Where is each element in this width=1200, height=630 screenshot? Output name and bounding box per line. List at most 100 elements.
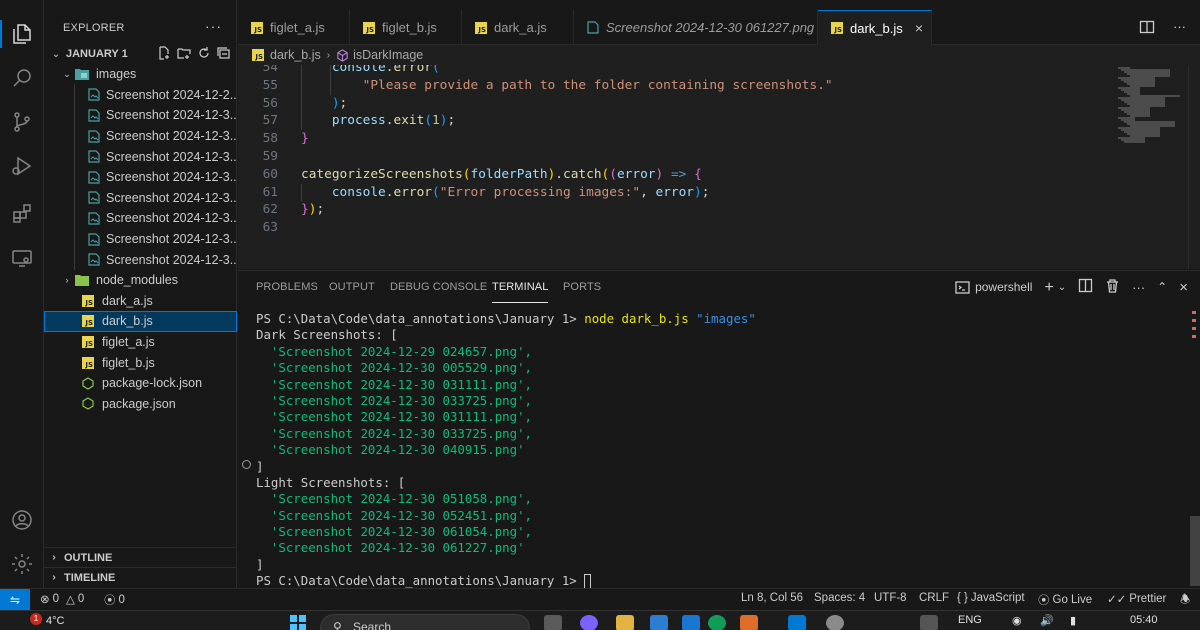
explorer-more-icon[interactable]: ··· [205,18,222,34]
remote-indicator-icon[interactable]: ⇋ [0,589,30,611]
volume-icon[interactable]: 🔊 [1040,614,1054,627]
trash-icon[interactable] [1105,278,1120,296]
file-item[interactable]: JS dark_a.js [44,291,237,312]
tab-dark-b[interactable]: JS dark_b.js × [818,10,932,45]
explorer-icon[interactable] [0,14,44,54]
command-decoration-icon[interactable] [242,460,251,469]
file-item[interactable]: package.json [44,394,237,415]
tab-terminal[interactable]: TERMINAL [492,281,549,303]
encoding[interactable]: UTF-8 [874,592,907,604]
account-icon[interactable] [0,500,44,540]
new-file-icon[interactable] [157,46,171,60]
chevron-down-icon[interactable]: ⌄ [1058,282,1066,293]
app-icon[interactable] [740,615,758,630]
line-ending[interactable]: CRLF [919,592,949,604]
image-file-icon [88,191,100,205]
breadcrumb-symbol[interactable]: isDarkImage [353,48,423,62]
js-file-icon: JS [474,21,488,35]
start-icon[interactable] [290,615,306,630]
code-line: 61 console.error("Error processing image… [238,184,1118,202]
language-indicator[interactable]: ENG [958,614,982,626]
weather-widget[interactable]: 4°C [46,615,64,627]
file-item[interactable]: package-lock.json [44,373,237,394]
code-editor[interactable]: 54 console.error(55 "Please provide a pa… [238,65,1200,269]
image-file-item[interactable]: Screenshot 2024-12-3... [44,105,237,126]
cursor-position[interactable]: Ln 8, Col 56 [741,592,803,604]
indentation[interactable]: Spaces: 4 [814,592,865,604]
workspace-folder-header[interactable]: ⌄ JANUARY 1 [44,44,237,64]
image-file-item[interactable]: Screenshot 2024-12-2... [44,85,237,106]
terminal-output[interactable]: PS C:\Data\Code\data_annotations\January… [256,311,756,590]
tab-ports[interactable]: PORTS [563,281,601,303]
image-file-item[interactable]: Screenshot 2024-12-3... [44,126,237,147]
terminal-scrollbar[interactable] [1190,516,1200,586]
vscode-icon[interactable] [788,615,806,630]
outlook-icon[interactable] [682,615,700,630]
file-item[interactable]: JS figlet_a.js [44,332,237,353]
search-icon[interactable] [0,58,44,98]
split-terminal-icon[interactable] [1078,278,1093,296]
language-mode[interactable]: { } JavaScript [957,592,1025,604]
settings-gear-icon[interactable] [0,544,44,584]
task-view-icon[interactable] [544,615,562,630]
maximize-panel-icon[interactable]: ⌃ [1157,280,1167,294]
refresh-icon[interactable] [197,46,211,60]
go-live-button[interactable]: ⦿ Go Live [1038,592,1092,608]
code-line: 58} [238,130,1118,148]
new-folder-icon[interactable] [177,46,191,60]
editor-scrollbar[interactable] [1188,65,1200,269]
terminal-profile[interactable]: powershell [955,280,1032,295]
prompt: PS C:\Data\Code\data_annotations\January… [256,573,585,589]
app-icon[interactable] [826,615,844,630]
tab-screenshot-image[interactable]: Screenshot 2024-12-30 061227.png [574,10,818,45]
tab-problems[interactable]: PROBLEMS [256,281,318,303]
terminal-app-icon[interactable] [650,615,668,630]
more-actions-icon[interactable]: ··· [1132,280,1145,295]
line-number: 57 [262,113,278,129]
more-actions-icon[interactable]: ··· [1173,19,1186,38]
breadcrumb-file[interactable]: dark_b.js [270,48,321,62]
tab-debug-console[interactable]: DEBUG CONSOLE [390,281,487,303]
file-item[interactable]: JS figlet_b.js [44,352,237,373]
image-file-icon [586,21,600,35]
image-file-item[interactable]: Screenshot 2024-12-3... [44,249,237,270]
copilot-icon[interactable] [580,615,598,630]
app-icon[interactable] [920,615,938,630]
minimap[interactable] [1118,65,1186,145]
chevron-right-icon: › [52,552,56,563]
taskbar-search[interactable]: ⚲ Search [320,614,530,630]
edge-icon[interactable] [708,615,726,630]
extensions-icon[interactable] [0,194,44,234]
file-item[interactable]: JS dark_b.js [44,311,237,332]
file-explorer-icon[interactable] [616,615,634,630]
tab-output[interactable]: OUTPUT [329,281,375,303]
image-file-item[interactable]: Screenshot 2024-12-3... [44,229,237,250]
source-control-icon[interactable] [0,102,44,142]
outline-section[interactable]: › OUTLINE [44,547,237,567]
split-editor-icon[interactable] [1139,19,1155,38]
run-debug-icon[interactable] [0,146,44,186]
image-file-item[interactable]: Screenshot 2024-12-3... [44,188,237,209]
tab-figlet-a[interactable]: JS figlet_a.js [238,10,350,45]
folder-images[interactable]: ⌄ images [44,64,237,85]
close-panel-icon[interactable]: × [1179,279,1188,296]
image-file-item[interactable]: Screenshot 2024-12-3... [44,167,237,188]
battery-icon[interactable]: ▮ [1070,614,1076,627]
new-terminal-icon[interactable]: + [1044,279,1053,295]
folder-node-modules[interactable]: › node_modules [44,270,237,291]
image-file-item[interactable]: Screenshot 2024-12-3... [44,146,237,167]
tab-figlet-b[interactable]: JS figlet_b.js [350,10,462,45]
file-label: Screenshot 2024-12-2... [106,87,237,102]
wifi-icon[interactable]: ◉ [1012,614,1022,627]
problems-status[interactable]: ⊗ 0 △ 0 [40,592,84,606]
prettier-status[interactable]: ✓✓ Prettier [1107,592,1166,606]
collapse-all-icon[interactable] [217,46,231,60]
ports-status[interactable]: ⦿ 0 [104,592,125,608]
remote-explorer-icon[interactable] [0,238,44,278]
timeline-section[interactable]: › TIMELINE [44,567,237,587]
image-file-item[interactable]: Screenshot 2024-12-3... [44,208,237,229]
close-icon[interactable]: × [915,20,923,36]
notifications-icon[interactable]: 🕭 [1180,592,1190,611]
clock[interactable]: 05:40 [1130,614,1158,626]
tab-dark-a[interactable]: JS dark_a.js [462,10,574,45]
